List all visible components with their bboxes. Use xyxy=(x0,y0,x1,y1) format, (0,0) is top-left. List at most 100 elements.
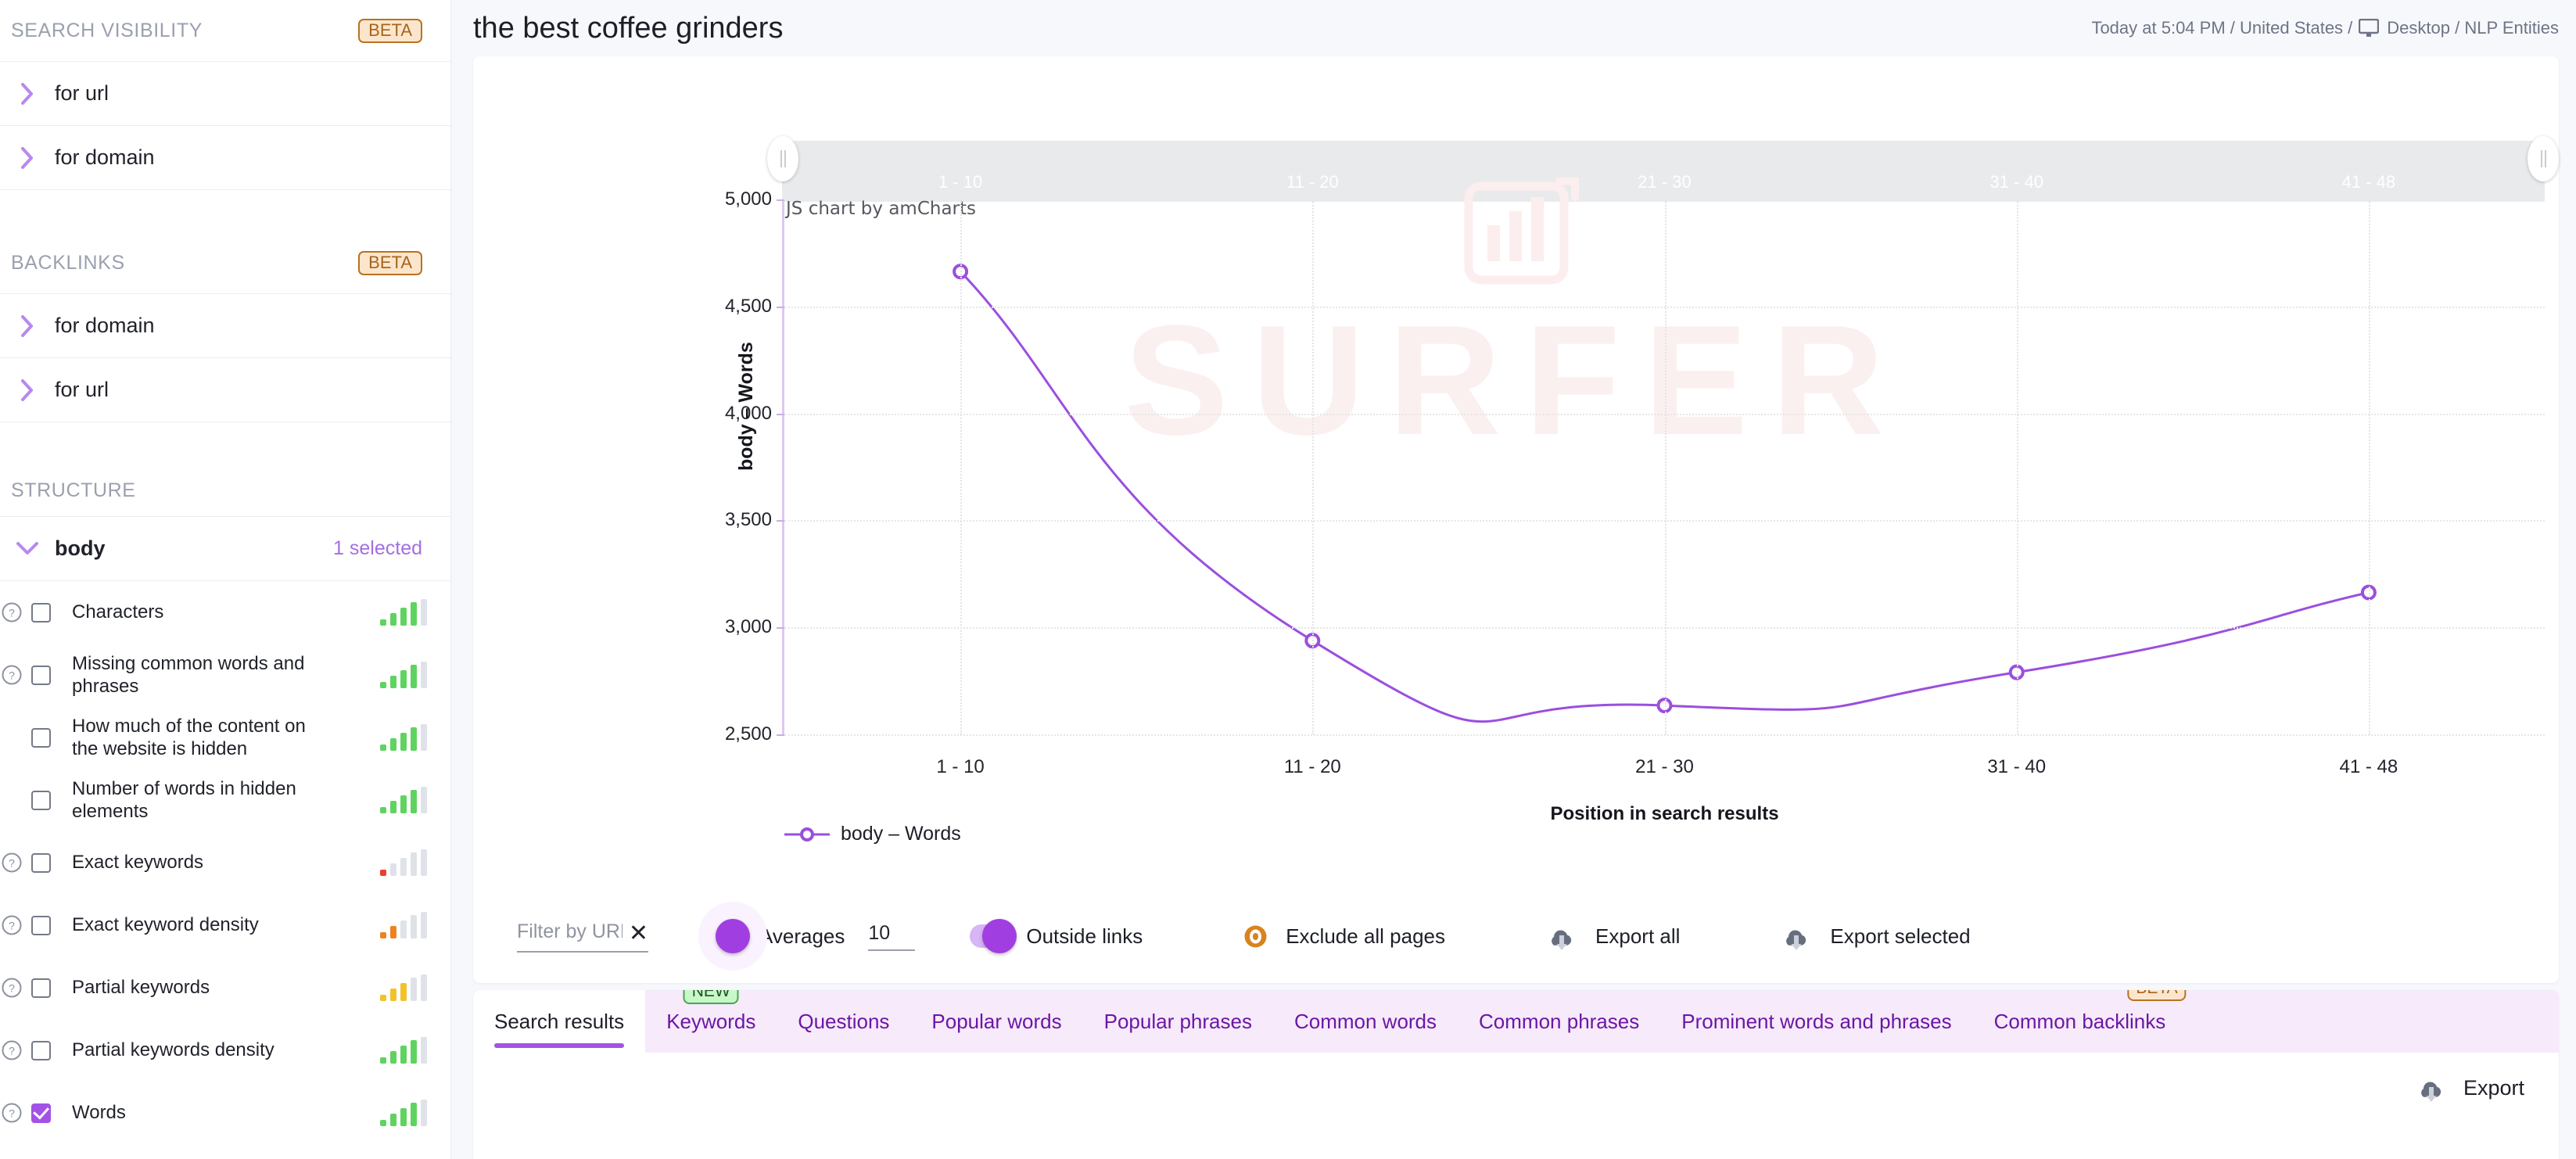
sidebar-item-label: for url xyxy=(55,81,109,105)
metric-checkbox[interactable] xyxy=(23,978,58,998)
app-root: SEARCH VISIBILITY BETA for url for domai… xyxy=(0,0,2576,1159)
chevron-right-icon xyxy=(0,314,55,337)
metric-row[interactable]: ?Number of words in hidden elements xyxy=(0,769,450,831)
y-axis-tick xyxy=(777,520,784,522)
signal-bars-icon xyxy=(380,599,427,626)
help-icon[interactable]: ? xyxy=(0,665,23,685)
metric-checkbox[interactable] xyxy=(23,1040,58,1060)
x-axis-label: 11 - 20 xyxy=(1283,756,1341,777)
x-axis-label: 41 - 48 xyxy=(2339,756,2398,777)
tab-prominent-words-and-phrases[interactable]: Prominent words and phrases xyxy=(1660,990,1972,1053)
x-axis-label: 31 - 40 xyxy=(1987,756,2047,777)
tab-label: Popular phrases xyxy=(1103,1009,1252,1033)
y-gridline xyxy=(784,734,2545,736)
metric-row[interactable]: ? Exact keyword density xyxy=(0,894,450,956)
metric-checkbox[interactable] xyxy=(23,665,58,685)
tab-common-words[interactable]: Common words xyxy=(1273,990,1458,1053)
signal-bars-icon xyxy=(380,662,427,688)
y-axis-tick xyxy=(777,734,784,736)
metric-checkbox[interactable] xyxy=(23,1103,58,1123)
sidebar-item-label: for domain xyxy=(55,314,155,337)
filter-by-url-field[interactable]: ✕ xyxy=(517,920,648,953)
chart-area: SURFER JS chart by amCharts body – Words… xyxy=(473,56,2559,983)
metric-label: Characters xyxy=(72,601,164,623)
sidebar-item-backlinks-for-domain[interactable]: for domain xyxy=(0,293,450,357)
metric-row[interactable]: ? Characters xyxy=(0,581,450,644)
svg-text:?: ? xyxy=(9,857,15,870)
signal-bars-icon xyxy=(380,724,427,751)
metric-label: Exact keywords xyxy=(72,852,204,874)
tab-popular-words[interactable]: Popular words xyxy=(910,990,1082,1053)
chevron-right-icon xyxy=(0,146,55,169)
chevron-right-icon xyxy=(0,82,55,105)
tab-label: Popular words xyxy=(931,1009,1062,1033)
metric-checkbox[interactable] xyxy=(23,602,58,623)
chart-card: 1 - 10 11 - 20 21 - 30 31 - 40 41 - 48 SURFE… xyxy=(473,56,2559,983)
metric-label: Words xyxy=(72,1102,126,1124)
metric-row[interactable]: ? Exact keywords xyxy=(0,831,450,894)
help-icon[interactable]: ? xyxy=(0,852,23,873)
export-all-button[interactable]: Export all xyxy=(1545,921,1680,951)
tabs-body: Export xyxy=(473,1053,2559,1159)
metric-row[interactable]: ? Missing common words and phrases xyxy=(0,644,450,706)
averages-number-field[interactable] xyxy=(868,921,916,951)
beta-badge: BETA xyxy=(2127,990,2187,1001)
outside-links-toggle[interactable] xyxy=(970,919,1017,953)
help-icon[interactable]: ? xyxy=(0,915,23,935)
chart-legend[interactable]: body – Words xyxy=(784,823,961,845)
range-handle-left[interactable] xyxy=(767,136,798,181)
svg-text:?: ? xyxy=(9,982,15,995)
sidebar-item-label: for domain xyxy=(55,145,155,169)
sidebar-section-title: STRUCTURE xyxy=(11,479,136,501)
y-axis-label: 2,500 xyxy=(724,723,772,745)
x-gridline xyxy=(960,199,963,734)
report-meta-device: Desktop / NLP Entities xyxy=(2387,18,2559,38)
averages-toggle[interactable] xyxy=(698,902,767,971)
y-axis-label: 4,000 xyxy=(724,402,772,424)
sidebar-item-backlinks-for-url[interactable]: for url xyxy=(0,357,450,422)
signal-bars-icon xyxy=(380,1037,427,1064)
tab-label: Search results xyxy=(494,1009,625,1033)
help-icon[interactable]: ? xyxy=(0,602,23,623)
tab-common-backlinks[interactable]: Common backlinks BETA xyxy=(1973,990,2187,1053)
chart-plot: Position in search results 5,000 4,500 4,0… xyxy=(725,188,2545,824)
beta-badge: BETA xyxy=(358,250,422,275)
exclude-all-pages-button[interactable]: Exclude all pages xyxy=(1243,924,1445,949)
metric-row[interactable]: ? Words xyxy=(0,1082,450,1144)
signal-bars-icon xyxy=(380,787,427,813)
tab-questions[interactable]: Questions xyxy=(777,990,910,1053)
metric-checkbox[interactable] xyxy=(23,790,58,810)
x-axis-title: Position in search results xyxy=(1550,803,1779,824)
tab-popular-phrases[interactable]: Popular phrases xyxy=(1083,990,1273,1053)
export-selected-button[interactable]: Export selected xyxy=(1780,921,1971,951)
metric-checkbox[interactable] xyxy=(23,915,58,935)
sidebar-item-search-visibility-for-url[interactable]: for url xyxy=(0,61,450,125)
metric-label: Number of words in hidden elements xyxy=(72,777,296,822)
help-icon[interactable]: ? xyxy=(0,1103,23,1123)
metric-checkbox[interactable] xyxy=(23,727,58,748)
close-icon[interactable]: ✕ xyxy=(629,921,648,945)
range-handle-right[interactable] xyxy=(2528,136,2559,181)
sidebar-group-body[interactable]: body 1 selected xyxy=(0,516,450,580)
x-gridline xyxy=(2368,199,2370,734)
tab-common-phrases[interactable]: Common phrases xyxy=(1458,990,1660,1053)
metric-row[interactable]: ? Partial keywords density xyxy=(0,1019,450,1082)
tab-search-results[interactable]: Search results xyxy=(473,990,646,1053)
filter-input[interactable] xyxy=(517,920,622,943)
sidebar-section-title: BACKLINKS xyxy=(11,251,125,274)
selected-count: 1 selected xyxy=(333,537,422,559)
metric-row[interactable]: ? Partial keywords xyxy=(0,956,450,1019)
help-icon[interactable]: ? xyxy=(0,1040,23,1060)
y-axis-label: 3,500 xyxy=(724,509,772,531)
sidebar-section-title: SEARCH VISIBILITY xyxy=(11,19,203,41)
export-button[interactable]: Export xyxy=(2415,1073,2524,1103)
help-icon[interactable]: ? xyxy=(0,978,23,998)
metric-row[interactable]: ?How much of the content on the website … xyxy=(0,706,450,769)
sidebar-item-search-visibility-for-domain[interactable]: for domain xyxy=(0,125,450,189)
tab-label: Common backlinks xyxy=(1993,1009,2166,1033)
metric-label: Partial keywords xyxy=(72,977,210,999)
averages-input[interactable] xyxy=(868,921,916,945)
tab-keywords[interactable]: Keywords NEW xyxy=(645,990,777,1053)
sidebar-section-header-backlinks: BACKLINKS BETA xyxy=(0,232,450,293)
metric-checkbox[interactable] xyxy=(23,852,58,873)
